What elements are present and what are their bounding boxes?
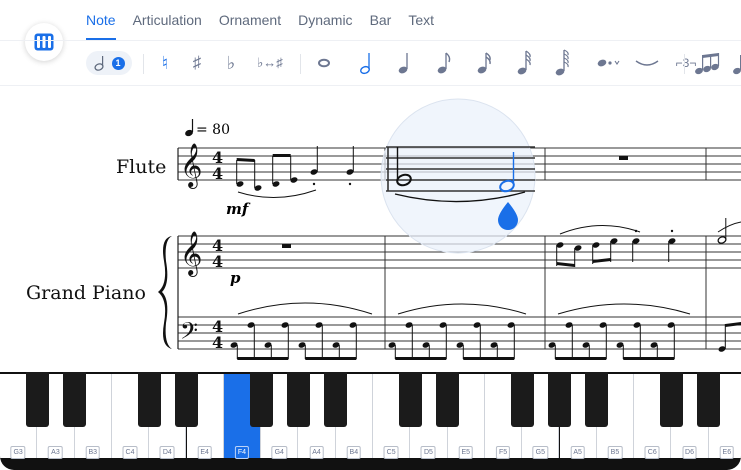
- dynamic-p[interactable]: p: [230, 269, 241, 287]
- tab-bar[interactable]: Bar: [370, 0, 392, 40]
- sixty-fourth-note-icon: [555, 49, 569, 76]
- piano-black-key[interactable]: [659, 372, 683, 427]
- piano-key-label: G5: [532, 446, 548, 459]
- piano-black-key[interactable]: [697, 372, 721, 427]
- dot-button[interactable]: [590, 46, 626, 80]
- quarter-note-button[interactable]: [392, 46, 416, 80]
- piano-key-label: G4: [271, 446, 287, 459]
- natural-button[interactable]: ♮: [154, 46, 176, 80]
- tabs-divider: [0, 40, 741, 41]
- instrument-label-flute: Flute: [116, 156, 167, 178]
- piano-black-key[interactable]: [249, 372, 273, 427]
- toolbar-separator: [300, 54, 301, 74]
- piano-key-label: F4: [234, 446, 250, 459]
- half-note-icon: [93, 56, 104, 71]
- piano-key-label: A3: [48, 446, 63, 459]
- whole-note-button[interactable]: [312, 46, 336, 80]
- bass-clef-piano: 𝄢: [180, 317, 198, 350]
- score-svg: 𝄞 𝄞 𝄢 44 44 44: [158, 98, 741, 360]
- toolbar-separator: [143, 54, 144, 74]
- magnifier-lens: [380, 98, 536, 254]
- sixteenth-note-icon: [477, 52, 491, 74]
- piano-key-label: A4: [309, 446, 324, 459]
- piano-black-key[interactable]: [548, 372, 571, 427]
- piano-black-key[interactable]: [286, 372, 310, 427]
- piano-key-label: E6: [719, 446, 735, 459]
- piano-key-label: D5: [420, 446, 436, 459]
- piano-black-key[interactable]: [398, 372, 422, 427]
- tie-icon: [635, 60, 659, 66]
- sharp-button[interactable]: ♯: [186, 46, 208, 80]
- dotted-note-icon: [597, 59, 620, 67]
- svg-text:4: 4: [212, 252, 223, 271]
- piano-key-label: F5: [495, 446, 511, 459]
- more-tools-button[interactable]: [730, 46, 741, 80]
- piano-black-key[interactable]: [175, 372, 198, 427]
- treble-clef-piano: 𝄞: [180, 231, 202, 277]
- piano-black-key[interactable]: [63, 372, 87, 427]
- beam-button[interactable]: [692, 46, 722, 80]
- piano-key-label: B3: [85, 446, 101, 459]
- tab-dynamic[interactable]: Dynamic: [298, 0, 352, 40]
- tab-text[interactable]: Text: [408, 0, 434, 40]
- piano-black-key[interactable]: [436, 372, 460, 427]
- treble-clef-flute: 𝄞: [180, 143, 202, 189]
- piano-key-label: G3: [10, 446, 26, 459]
- piano-black-key[interactable]: [137, 372, 161, 427]
- palette-tabs: Note Articulation Ornament Dynamic Bar T…: [86, 0, 434, 40]
- piano-key-label: B4: [346, 446, 362, 459]
- svg-text:4: 4: [212, 333, 223, 352]
- whole-note-icon: [318, 58, 330, 68]
- beamed-notes-partial-icon: [733, 54, 741, 75]
- score-canvas[interactable]: 𝄞 𝄞 𝄢 44 44 44 = 80 Flute Grand Piano mf…: [0, 86, 741, 370]
- tab-note[interactable]: Note: [86, 0, 116, 40]
- piano-key-label: B5: [607, 446, 623, 459]
- voice-selector[interactable]: 1: [86, 51, 132, 75]
- eighth-note-icon: [437, 52, 451, 74]
- piano-black-key[interactable]: [324, 372, 348, 427]
- piano-keys-icon: [34, 33, 54, 51]
- piano-black-key[interactable]: [585, 372, 609, 427]
- piano-key-label: D6: [682, 446, 698, 459]
- piano-key-label: C6: [644, 446, 660, 459]
- tab-ornament[interactable]: Ornament: [219, 0, 281, 40]
- piano-key-label: E4: [197, 446, 212, 459]
- thirty-second-note-button[interactable]: [512, 46, 536, 80]
- piano-keyboard: G3 A3 B3 C4 D4 E4 F4 G4 A4 B4 C5 D5 E5 F5 G5 A5 B5 C6 D6 E6: [0, 372, 741, 470]
- flat-button[interactable]: ♭: [220, 46, 242, 80]
- svg-text:4: 4: [212, 164, 223, 183]
- half-note-icon: [360, 53, 370, 75]
- instrument-label-grand-piano: Grand Piano: [26, 282, 146, 304]
- beamed-notes-icon: [695, 53, 720, 75]
- sixteenth-note-button[interactable]: [472, 46, 496, 80]
- quarter-note-icon: [398, 53, 408, 74]
- piano-key-label: D4: [159, 446, 175, 459]
- dynamic-mf[interactable]: mf: [226, 200, 248, 218]
- piano-key-label: C4: [122, 446, 138, 459]
- piano-key-label: E5: [458, 446, 474, 459]
- tempo-marking: = 80: [196, 122, 230, 138]
- sixty-fourth-note-button[interactable]: [548, 46, 576, 80]
- eighth-note-button[interactable]: [432, 46, 456, 80]
- half-note-button[interactable]: [354, 46, 378, 80]
- tie-button[interactable]: [632, 46, 662, 80]
- toolbar-separator: [684, 54, 685, 74]
- piano-black-key[interactable]: [510, 372, 534, 427]
- piano-key-label: C5: [383, 446, 399, 459]
- enharmonic-button[interactable]: ♭↔♯: [250, 46, 290, 80]
- piano-black-key[interactable]: [25, 372, 49, 427]
- thirty-second-note-icon: [517, 50, 531, 75]
- note-toolbar: 1 ♮ ♯ ♭ ♭↔♯ ⌐3¬: [86, 46, 741, 80]
- voice-number-badge: 1: [111, 56, 125, 70]
- tab-articulation[interactable]: Articulation: [133, 0, 202, 40]
- score-editor-app: Note Articulation Ornament Dynamic Bar T…: [0, 0, 741, 470]
- piano-key-label: A5: [570, 446, 585, 459]
- piano-toggle-button[interactable]: [25, 23, 63, 61]
